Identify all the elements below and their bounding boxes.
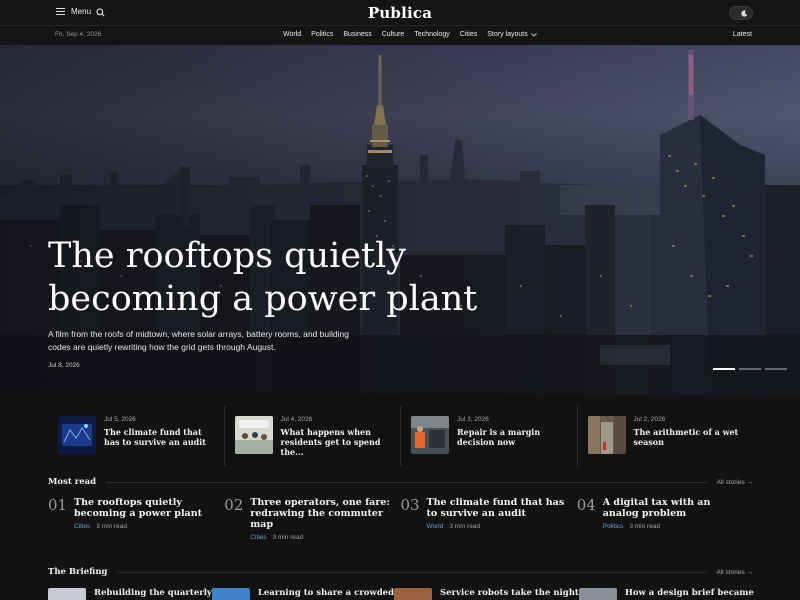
carousel-dot-1[interactable] bbox=[713, 368, 735, 370]
category-label[interactable]: Cities bbox=[250, 534, 266, 541]
story-date: Jul 2, 2026 bbox=[633, 416, 666, 423]
story-title[interactable]: What happens when residents get to spend… bbox=[281, 427, 393, 457]
story-card[interactable]: Jul 4, 2026 What happens when residents … bbox=[223, 406, 401, 466]
story-date: Jul 5, 2026 bbox=[104, 416, 136, 423]
briefing-title[interactable]: Learning to share a crowded bbox=[258, 588, 394, 600]
story-thumbnail-image bbox=[411, 416, 449, 454]
nav-item-cities[interactable]: Cities bbox=[460, 31, 478, 38]
most-read-header: Most read All stories → bbox=[48, 476, 753, 488]
hero-subtitle: A film from the roofs of midtown, where … bbox=[48, 329, 349, 352]
briefing-thumbnail-image bbox=[211, 588, 250, 600]
story-card[interactable]: Jul 5, 2026 The climate fund that has to… bbox=[48, 406, 224, 466]
briefing-header: The Briefing All stories → bbox=[48, 566, 753, 578]
site-logo[interactable]: Publica bbox=[0, 4, 800, 22]
nav-item-technology[interactable]: Technology bbox=[414, 31, 449, 38]
briefing-title[interactable]: Service robots take the night bbox=[440, 588, 579, 600]
hero-date: Jul 8, 2026 bbox=[48, 362, 80, 369]
most-read-item[interactable]: 01 The rooftops quietly becoming a power… bbox=[48, 497, 224, 541]
nav-item-story-layouts[interactable]: Story layouts bbox=[487, 31, 537, 38]
nav-item-business[interactable]: Business bbox=[343, 31, 371, 38]
top-bar: Menu Publica bbox=[0, 0, 800, 26]
briefing-title[interactable]: Rebuilding the quarterly bbox=[94, 588, 212, 600]
divider bbox=[117, 571, 707, 573]
most-read-title[interactable]: A digital tax with an analog problem bbox=[603, 497, 748, 519]
most-read-title[interactable]: The rooftops quietly becoming a power pl… bbox=[74, 497, 219, 519]
story-thumbnail-image bbox=[587, 416, 626, 454]
read-time: 3 min read bbox=[96, 523, 127, 530]
briefing-thumbnail-image bbox=[48, 588, 86, 600]
moon-icon bbox=[741, 9, 748, 17]
most-read-list: 01 The rooftops quietly becoming a power… bbox=[48, 497, 753, 541]
carousel-dot-2[interactable] bbox=[739, 368, 761, 370]
story-title[interactable]: Repair is a margin decision now bbox=[457, 427, 569, 447]
nav-item-world[interactable]: World bbox=[283, 31, 301, 38]
most-read-item[interactable]: 02 Three operators, one fare: redrawing … bbox=[224, 497, 400, 541]
story-cards-row: Jul 5, 2026 The climate fund that has to… bbox=[48, 406, 753, 466]
most-read-meta: Cities 3 min read bbox=[74, 523, 219, 530]
story-date: Jul 3, 2026 bbox=[457, 416, 489, 423]
read-time: 3 min read bbox=[272, 534, 304, 541]
story-card[interactable]: Jul 3, 2026 Repair is a margin decision … bbox=[400, 406, 577, 466]
category-label[interactable]: Cities bbox=[74, 523, 90, 530]
most-read-meta: Politics 3 min read bbox=[603, 523, 748, 530]
read-time: 3 min read bbox=[449, 523, 481, 530]
chevron-down-icon bbox=[530, 32, 537, 37]
nav-item-story-layouts-label: Story layouts bbox=[487, 31, 528, 38]
section-title: The Briefing bbox=[48, 567, 108, 577]
theme-toggle[interactable] bbox=[729, 6, 753, 20]
briefing-title[interactable]: How a design brief became bbox=[625, 588, 754, 600]
rank-number: 01 bbox=[48, 496, 68, 514]
briefing-thumbnail-image bbox=[394, 588, 433, 600]
story-card[interactable]: Jul 2, 2026 The arithmetic of a wet seas… bbox=[576, 406, 754, 466]
carousel-dot-3[interactable] bbox=[765, 368, 787, 370]
story-thumbnail-image bbox=[58, 416, 96, 454]
category-label[interactable]: Politics bbox=[603, 523, 624, 530]
briefing-item[interactable]: Service robots take the night bbox=[394, 588, 579, 600]
read-time: 3 min read bbox=[629, 523, 661, 530]
all-stories-link[interactable]: All stories → bbox=[717, 479, 753, 486]
story-title[interactable]: The climate fund that has to survive an … bbox=[104, 427, 216, 447]
hero-title[interactable]: The rooftops quietly becoming a power pl… bbox=[48, 235, 568, 321]
briefing-list: Rebuilding the quarterly Learning to sha… bbox=[48, 588, 754, 600]
most-read-meta: Cities 3 min read bbox=[250, 534, 395, 541]
carousel-indicators bbox=[713, 368, 787, 370]
all-stories-link[interactable]: All stories → bbox=[717, 569, 753, 576]
divider bbox=[106, 481, 707, 483]
nav-item-culture[interactable]: Culture bbox=[382, 31, 405, 38]
most-read-title[interactable]: Three operators, one fare: redrawing the… bbox=[250, 497, 395, 530]
section-title: Most read bbox=[48, 477, 97, 487]
most-read-title[interactable]: The climate fund that has to survive an … bbox=[427, 497, 572, 519]
story-title[interactable]: The arithmetic of a wet season bbox=[634, 427, 746, 447]
most-read-item[interactable]: 03 The climate fund that has to survive … bbox=[401, 497, 577, 541]
briefing-item[interactable]: Learning to share a crowded bbox=[211, 588, 394, 600]
story-date: Jul 4, 2026 bbox=[280, 416, 313, 423]
briefing-thumbnail-image bbox=[578, 588, 617, 600]
rank-number: 04 bbox=[576, 496, 596, 514]
section-nav: World Politics Business Culture Technolo… bbox=[283, 31, 537, 38]
rank-number: 02 bbox=[224, 496, 244, 514]
nav-bar: Fri, Sep 4, 2026 World Politics Business… bbox=[0, 26, 800, 45]
most-read-meta: World 3 min read bbox=[427, 523, 572, 530]
latest-link[interactable]: Latest bbox=[733, 31, 752, 38]
story-thumbnail-image bbox=[234, 416, 273, 454]
current-date: Fri, Sep 4, 2026 bbox=[55, 31, 102, 38]
briefing-item[interactable]: How a design brief became bbox=[578, 588, 754, 600]
most-read-item[interactable]: 04 A digital tax with an analog problem … bbox=[577, 497, 753, 541]
nav-item-politics[interactable]: Politics bbox=[311, 31, 333, 38]
rank-number: 03 bbox=[400, 496, 420, 514]
category-label[interactable]: World bbox=[427, 523, 444, 530]
briefing-item[interactable]: Rebuilding the quarterly bbox=[48, 588, 212, 600]
hero-banner[interactable]: The rooftops quietly becoming a power pl… bbox=[0, 45, 800, 395]
